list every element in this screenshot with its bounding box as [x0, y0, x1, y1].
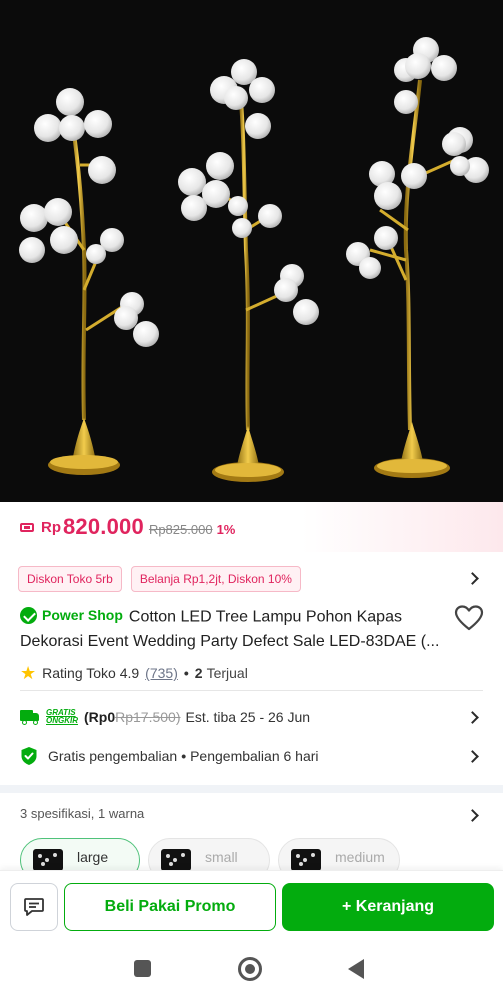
price-tag-icon: [20, 521, 36, 533]
product-image[interactable]: [0, 0, 503, 502]
star-icon: ★: [20, 663, 37, 683]
back-icon[interactable]: [348, 959, 364, 979]
return-label: Gratis pengembalian: [48, 748, 178, 764]
spec-summary[interactable]: 3 spesifikasi, 1 warna: [20, 806, 144, 826]
promo-chip-shop-discount[interactable]: Diskon Toko 5rb: [18, 566, 122, 592]
price-section: Rp 820.000 Rp825.000 1%: [0, 502, 503, 552]
rating-count-link[interactable]: (735): [145, 665, 178, 681]
recents-icon[interactable]: [134, 960, 151, 977]
shipping-price-original: Rp17.500): [115, 709, 181, 725]
lamp-trees-photo: [0, 0, 503, 502]
heart-icon[interactable]: [454, 604, 484, 632]
power-shop-label: Power Shop: [42, 607, 123, 623]
promo-row[interactable]: Diskon Toko 5rb Belanja Rp1,2jt, Diskon …: [0, 565, 503, 593]
sold-label: Terjual: [206, 665, 248, 681]
sold-info: 2 Terjual: [195, 665, 248, 681]
return-period: Pengembalian 6 hari: [190, 748, 319, 764]
power-shop-badge: Power Shop: [20, 603, 123, 627]
price-current: 820.000: [63, 514, 144, 539]
separator-dot: •: [181, 748, 187, 764]
variant-thumbnail: [291, 849, 321, 870]
shipping-row[interactable]: GRATIS ONGKIR (Rp0 Rp17.500) Est. tiba 25…: [20, 704, 483, 730]
gratis-ongkir-logo: GRATIS ONGKIR: [46, 708, 78, 725]
add-to-cart-button[interactable]: + Keranjang: [282, 883, 494, 931]
product-title: Power Shop Cotton LED Tree Lampu Pohon K…: [20, 603, 445, 654]
chevron-right-icon[interactable]: [466, 711, 479, 724]
sold-count: 2: [194, 665, 203, 681]
variant-label: large: [77, 849, 109, 865]
discount-percent: 1%: [216, 521, 236, 537]
divider: [20, 690, 483, 691]
chat-button[interactable]: [10, 883, 58, 931]
separator-dot: •: [183, 665, 189, 681]
variant-thumbnail: [33, 849, 63, 870]
chevron-right-icon[interactable]: [466, 809, 479, 822]
variant-label: small: [205, 849, 238, 865]
system-nav-bar: [0, 942, 503, 1000]
bottom-action-bar: Beli Pakai Promo + Keranjang: [0, 870, 503, 942]
product-page: Rp 820.000 Rp825.000 1% Diskon Toko 5rb …: [0, 0, 503, 1000]
shield-check-icon: [21, 747, 37, 765]
promo-chip-spend-discount[interactable]: Belanja Rp1,2jt, Diskon 10%: [130, 566, 301, 592]
variant-option-large[interactable]: large: [20, 838, 140, 870]
section-divider: [0, 785, 503, 793]
variant-label: medium: [335, 849, 385, 865]
truck-icon: [20, 710, 40, 725]
variant-thumbnail: [161, 849, 191, 870]
home-icon[interactable]: [238, 957, 262, 981]
return-policy-row[interactable]: Gratis pengembalian • Pengembalian 6 har…: [20, 743, 483, 769]
variant-option-medium[interactable]: medium: [278, 838, 400, 870]
shipping-estimate: Est. tiba 25 - 26 Jun: [185, 709, 311, 725]
rating-row: ★ Rating Toko 4.9 (735) • 2 Terjual: [20, 662, 248, 684]
buy-with-promo-button[interactable]: Beli Pakai Promo: [64, 883, 276, 931]
variant-option-small[interactable]: small: [148, 838, 270, 870]
price-currency: Rp: [41, 518, 61, 536]
price-original: Rp825.000: [148, 521, 213, 537]
chevron-right-icon[interactable]: [466, 572, 479, 585]
chevron-right-icon[interactable]: [466, 750, 479, 763]
rating-label: Rating Toko 4.9: [42, 665, 140, 681]
power-shop-icon: [20, 606, 37, 624]
shipping-price: (Rp0: [84, 709, 116, 725]
variant-selector: large small medium: [20, 838, 503, 870]
chat-icon: [24, 898, 44, 916]
